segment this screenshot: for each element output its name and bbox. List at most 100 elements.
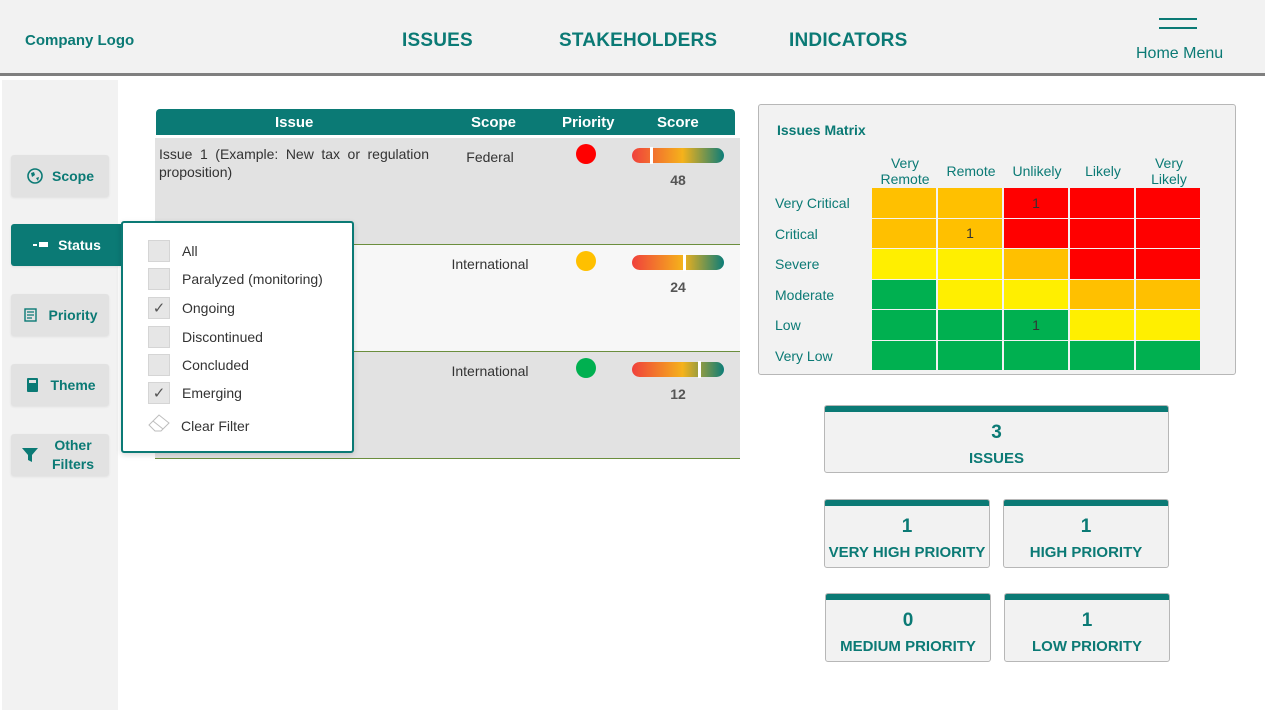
eraser-icon xyxy=(147,413,171,438)
company-logo: Company Logo xyxy=(25,32,135,49)
status-filter-dropdown: All Paralyzed (monitoring) ✓ Ongoing Dis… xyxy=(121,221,354,453)
matrix-cell[interactable] xyxy=(1136,340,1201,371)
matrix-cell[interactable] xyxy=(872,218,937,249)
kpi-low-priority[interactable]: 1 LOW PRIORITY xyxy=(1004,593,1170,662)
issue-scope: International xyxy=(451,363,529,379)
matrix-cell[interactable] xyxy=(938,310,1003,341)
globe-icon xyxy=(26,167,44,185)
nav-issues[interactable]: ISSUES xyxy=(402,30,473,52)
sidebar-item-theme[interactable]: Theme xyxy=(11,364,109,406)
funnel-icon xyxy=(21,446,39,464)
status-option-emerging[interactable]: ✓ Emerging xyxy=(148,382,242,404)
matrix-cell[interactable]: 1 xyxy=(938,218,1003,249)
matrix-cell[interactable] xyxy=(1136,279,1201,310)
checkbox[interactable] xyxy=(148,240,170,262)
priority-icon xyxy=(22,306,40,324)
status-option-paralyzed[interactable]: Paralyzed (monitoring) xyxy=(148,268,323,290)
matrix-cell[interactable] xyxy=(872,340,937,371)
sidebar-item-label: Status xyxy=(58,236,101,253)
column-header-issue[interactable]: Issue xyxy=(275,114,313,131)
matrix-row-label: Very Low xyxy=(775,347,833,364)
option-label: Paralyzed (monitoring) xyxy=(182,271,323,287)
matrix-cell[interactable] xyxy=(938,188,1003,219)
clear-filter-button[interactable]: Clear Filter xyxy=(147,413,249,438)
matrix-cell[interactable] xyxy=(872,188,937,219)
kpi-label: HIGH PRIORITY xyxy=(1029,544,1143,561)
status-option-concluded[interactable]: Concluded xyxy=(148,354,249,376)
matrix-cell[interactable] xyxy=(938,279,1003,310)
kpi-accent-bar xyxy=(1004,500,1168,506)
matrix-cell[interactable] xyxy=(1136,310,1201,341)
matrix-cell[interactable] xyxy=(1004,340,1069,371)
matrix-cell[interactable] xyxy=(872,310,937,341)
matrix-cell[interactable] xyxy=(1004,279,1069,310)
matrix-cell[interactable] xyxy=(1070,218,1135,249)
kpi-total-issues[interactable]: 3 ISSUES xyxy=(824,405,1169,473)
score-bar xyxy=(632,147,724,164)
score-bar xyxy=(632,361,724,378)
sidebar-item-status[interactable]: Status xyxy=(11,224,122,266)
matrix-cell[interactable] xyxy=(1070,310,1135,341)
hamburger-menu-icon[interactable] xyxy=(1159,18,1197,40)
kpi-value: 1 xyxy=(1080,516,1092,537)
kpi-value: 1 xyxy=(1081,610,1093,631)
option-label: Emerging xyxy=(182,385,242,401)
kpi-label: LOW PRIORITY xyxy=(1032,638,1142,655)
clear-filter-label: Clear Filter xyxy=(181,417,250,434)
matrix-cell[interactable] xyxy=(938,249,1003,280)
checkbox[interactable] xyxy=(148,326,170,348)
column-header-priority[interactable]: Priority xyxy=(562,114,615,131)
matrix-cell[interactable] xyxy=(1070,249,1135,280)
matrix-cell[interactable] xyxy=(872,279,937,310)
checkbox[interactable]: ✓ xyxy=(148,382,170,404)
sidebar-item-priority[interactable]: Priority xyxy=(11,294,109,336)
matrix-cell[interactable] xyxy=(1004,218,1069,249)
score-marker xyxy=(698,361,702,378)
column-header-scope[interactable]: Scope xyxy=(471,114,516,131)
option-label: Concluded xyxy=(182,357,249,373)
kpi-accent-bar xyxy=(826,594,990,600)
kpi-accent-bar xyxy=(825,406,1168,412)
matrix-cell[interactable] xyxy=(1004,249,1069,280)
kpi-very-high-priority[interactable]: 1 VERY HIGH PRIORITY xyxy=(824,499,990,568)
matrix-title: Issues Matrix xyxy=(777,122,866,138)
sidebar-item-label: Other Filters xyxy=(51,437,94,472)
matrix-column-label: Very Remote xyxy=(880,155,930,187)
status-option-ongoing[interactable]: ✓ Ongoing xyxy=(148,297,235,319)
sidebar-item-scope[interactable]: Scope xyxy=(11,155,109,197)
issues-matrix: Issues Matrix Very Remote Remote Unlikely L… xyxy=(758,104,1236,375)
matrix-column-label: Very Likely xyxy=(1151,155,1187,187)
sidebar-item-label: Scope xyxy=(51,167,94,184)
matrix-cell[interactable] xyxy=(1070,340,1135,371)
home-menu-button[interactable]: Home Menu xyxy=(1136,45,1223,63)
sidebar-item-other-filters[interactable]: Other Filters xyxy=(11,434,109,476)
checkbox[interactable] xyxy=(148,268,170,290)
matrix-cell[interactable] xyxy=(1136,218,1201,249)
kpi-accent-bar xyxy=(1005,594,1169,600)
matrix-cell[interactable] xyxy=(1136,188,1201,219)
matrix-cell[interactable] xyxy=(1070,188,1135,219)
nav-indicators[interactable]: INDICATORS xyxy=(789,30,907,52)
matrix-cell[interactable]: 1 xyxy=(1004,188,1069,219)
status-option-discontinued[interactable]: Discontinued xyxy=(148,326,263,348)
score-value: 24 xyxy=(670,279,686,295)
matrix-cell[interactable] xyxy=(1070,279,1135,310)
status-option-all[interactable]: All xyxy=(148,240,198,262)
kpi-label: VERY HIGH PRIORITY xyxy=(828,544,986,561)
kpi-value: 1 xyxy=(901,516,913,537)
matrix-column-label: Remote xyxy=(946,163,996,179)
checkbox[interactable]: ✓ xyxy=(148,297,170,319)
matrix-cell[interactable] xyxy=(872,249,937,280)
issue-scope: Federal xyxy=(466,149,514,165)
option-label: Ongoing xyxy=(182,300,235,316)
column-header-score[interactable]: Score xyxy=(657,114,699,131)
matrix-row-label: Severe xyxy=(775,256,820,272)
kpi-value: 0 xyxy=(902,610,914,631)
matrix-cell[interactable] xyxy=(1136,249,1201,280)
matrix-cell[interactable]: 1 xyxy=(1004,310,1069,341)
kpi-medium-priority[interactable]: 0 MEDIUM PRIORITY xyxy=(825,593,991,662)
matrix-cell[interactable] xyxy=(938,340,1003,371)
checkbox[interactable] xyxy=(148,354,170,376)
kpi-high-priority[interactable]: 1 HIGH PRIORITY xyxy=(1003,499,1169,568)
nav-stakeholders[interactable]: STAKEHOLDERS xyxy=(559,30,717,52)
